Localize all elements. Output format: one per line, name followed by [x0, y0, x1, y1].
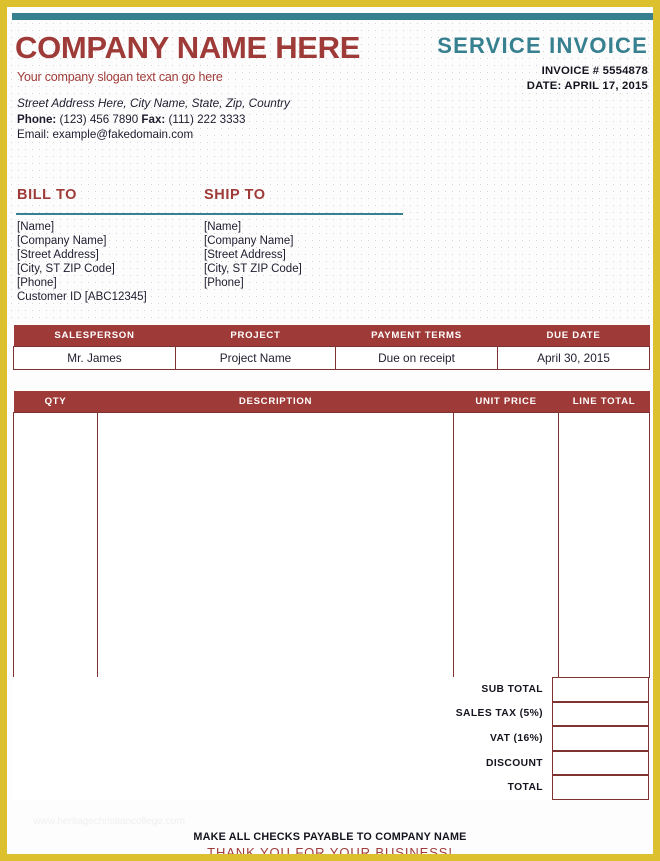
- bill-to-heading: BILL TO: [17, 187, 78, 203]
- invoice-number: INVOICE # 5554878: [541, 65, 648, 77]
- bill-to-address-block[interactable]: [Name] [Company Name] [Street Address] [Cit…: [17, 220, 147, 305]
- items-cell-unit-price[interactable]: [453, 412, 559, 678]
- header: COMPANY NAME HERE Your company slogan te…: [7, 23, 653, 143]
- totals-label: SUB TOTAL: [13, 677, 552, 702]
- totals-label: VAT (16%): [13, 726, 552, 751]
- parties-section: BILL TO SHIP TO [Name] [Company Name] [Str…: [7, 187, 653, 312]
- items-header-qty: QTY: [13, 391, 98, 413]
- totals-value-field[interactable]: [552, 726, 649, 751]
- items-header-line-total: LINE TOTAL: [558, 391, 650, 413]
- info-header-project: PROJECT: [175, 325, 336, 347]
- totals-section: SUB TOTAL SALES TAX (5%) VAT (16%) DISCOUNT…: [13, 677, 649, 800]
- totals-row: SALES TAX (5%): [13, 701, 649, 727]
- items-header-description: DESCRIPTION: [97, 391, 454, 413]
- ship-to-line: [City, ST ZIP Code]: [204, 263, 302, 276]
- ship-to-line: [Phone]: [204, 277, 244, 290]
- items-table-header-row: QTY DESCRIPTION UNIT PRICE LINE TOTAL: [13, 391, 650, 413]
- items-header-unit-price: UNIT PRICE: [453, 391, 559, 413]
- bill-to-line: [City, ST ZIP Code]: [17, 263, 115, 276]
- totals-value-field[interactable]: [552, 677, 649, 702]
- totals-label: TOTAL: [13, 775, 552, 800]
- info-table-header-row: SALESPERSON PROJECT PAYMENT TERMS DUE DA…: [13, 325, 650, 347]
- items-cell-qty[interactable]: [13, 412, 98, 678]
- ship-to-address-block[interactable]: [Name] [Company Name] [Street Address] [Cit…: [204, 220, 302, 290]
- info-cell-salesperson[interactable]: Mr. James: [13, 346, 176, 370]
- phone-label: Phone:: [17, 112, 57, 126]
- line-items-table: QTY DESCRIPTION UNIT PRICE LINE TOTAL: [13, 391, 650, 678]
- totals-row: TOTAL: [13, 775, 649, 800]
- invoice-info-table: SALESPERSON PROJECT PAYMENT TERMS DUE DA…: [13, 325, 650, 370]
- company-slogan: Your company slogan text can go here: [17, 70, 223, 84]
- ship-to-heading: SHIP TO: [204, 187, 266, 203]
- info-header-due-date: DUE DATE: [497, 325, 650, 347]
- items-cell-line-total[interactable]: [558, 412, 650, 678]
- page-canvas: COMPANY NAME HERE Your company slogan te…: [7, 7, 653, 854]
- fax-label: Fax:: [141, 112, 166, 126]
- totals-label: SALES TAX (5%): [13, 701, 552, 727]
- invoice-date: DATE: APRIL 17, 2015: [526, 79, 648, 92]
- totals-label: DISCOUNT: [13, 750, 552, 776]
- totals-row: VAT (16%): [13, 726, 649, 751]
- info-header-payment-terms: PAYMENT TERMS: [335, 325, 498, 347]
- company-phone-fax: Phone: (123) 456 7890 Fax: (111) 222 333…: [17, 112, 290, 128]
- bill-to-line: Customer ID [ABC12345]: [17, 291, 147, 304]
- invoice-page: COMPANY NAME HERE Your company slogan te…: [0, 0, 660, 861]
- footer-thank-you: THANK YOU FOR YOUR BUSINESS!: [207, 845, 453, 860]
- totals-value-field[interactable]: [552, 775, 649, 800]
- items-cell-description[interactable]: [97, 412, 454, 678]
- ship-to-line: [Company Name]: [204, 235, 294, 248]
- site-watermark: www.heritagechristiancollege.com: [33, 815, 185, 827]
- top-accent-bar: [12, 13, 653, 20]
- footer: MAKE ALL CHECKS PAYABLE TO COMPANY NAME …: [7, 830, 653, 860]
- bill-to-line: [Street Address]: [17, 249, 99, 262]
- totals-value-field[interactable]: [552, 750, 649, 776]
- fax-value: (111) 222 3333: [168, 112, 246, 126]
- parties-divider-rule: [16, 213, 403, 215]
- info-cell-due-date[interactable]: April 30, 2015: [497, 346, 650, 370]
- items-table-body-row: [13, 412, 650, 678]
- bill-to-line: [Name]: [17, 221, 55, 233]
- bill-to-line: [Company Name]: [17, 235, 107, 248]
- bill-to-line: [Phone]: [17, 277, 57, 290]
- company-address: Street Address Here, City Name, State, Z…: [17, 96, 290, 110]
- ship-to-line: [Name]: [204, 221, 242, 233]
- company-email: Email: example@fakedomain.com: [17, 127, 290, 143]
- totals-value-field[interactable]: [552, 701, 649, 727]
- totals-row: SUB TOTAL: [13, 677, 649, 702]
- footer-checks-note: MAKE ALL CHECKS PAYABLE TO COMPANY NAME: [193, 831, 467, 843]
- phone-value: (123) 456 7890: [59, 112, 139, 126]
- invoice-meta: INVOICE # 5554878 DATE: APRIL 17, 2015: [527, 64, 648, 93]
- company-name: COMPANY NAME HERE: [15, 30, 361, 65]
- info-cell-project[interactable]: Project Name: [175, 346, 336, 370]
- ship-to-line: [Street Address]: [204, 249, 286, 262]
- info-header-salesperson: SALESPERSON: [13, 325, 176, 347]
- document-title: SERVICE INVOICE: [437, 33, 648, 58]
- info-table-row: Mr. James Project Name Due on receipt Ap…: [13, 346, 650, 370]
- email-label: Email:: [17, 128, 50, 141]
- company-contact-block: Street Address Here, City Name, State, Z…: [17, 96, 290, 143]
- totals-row: DISCOUNT: [13, 750, 649, 776]
- info-cell-payment-terms[interactable]: Due on receipt: [335, 346, 498, 370]
- email-value[interactable]: example@fakedomain.com: [52, 128, 193, 141]
